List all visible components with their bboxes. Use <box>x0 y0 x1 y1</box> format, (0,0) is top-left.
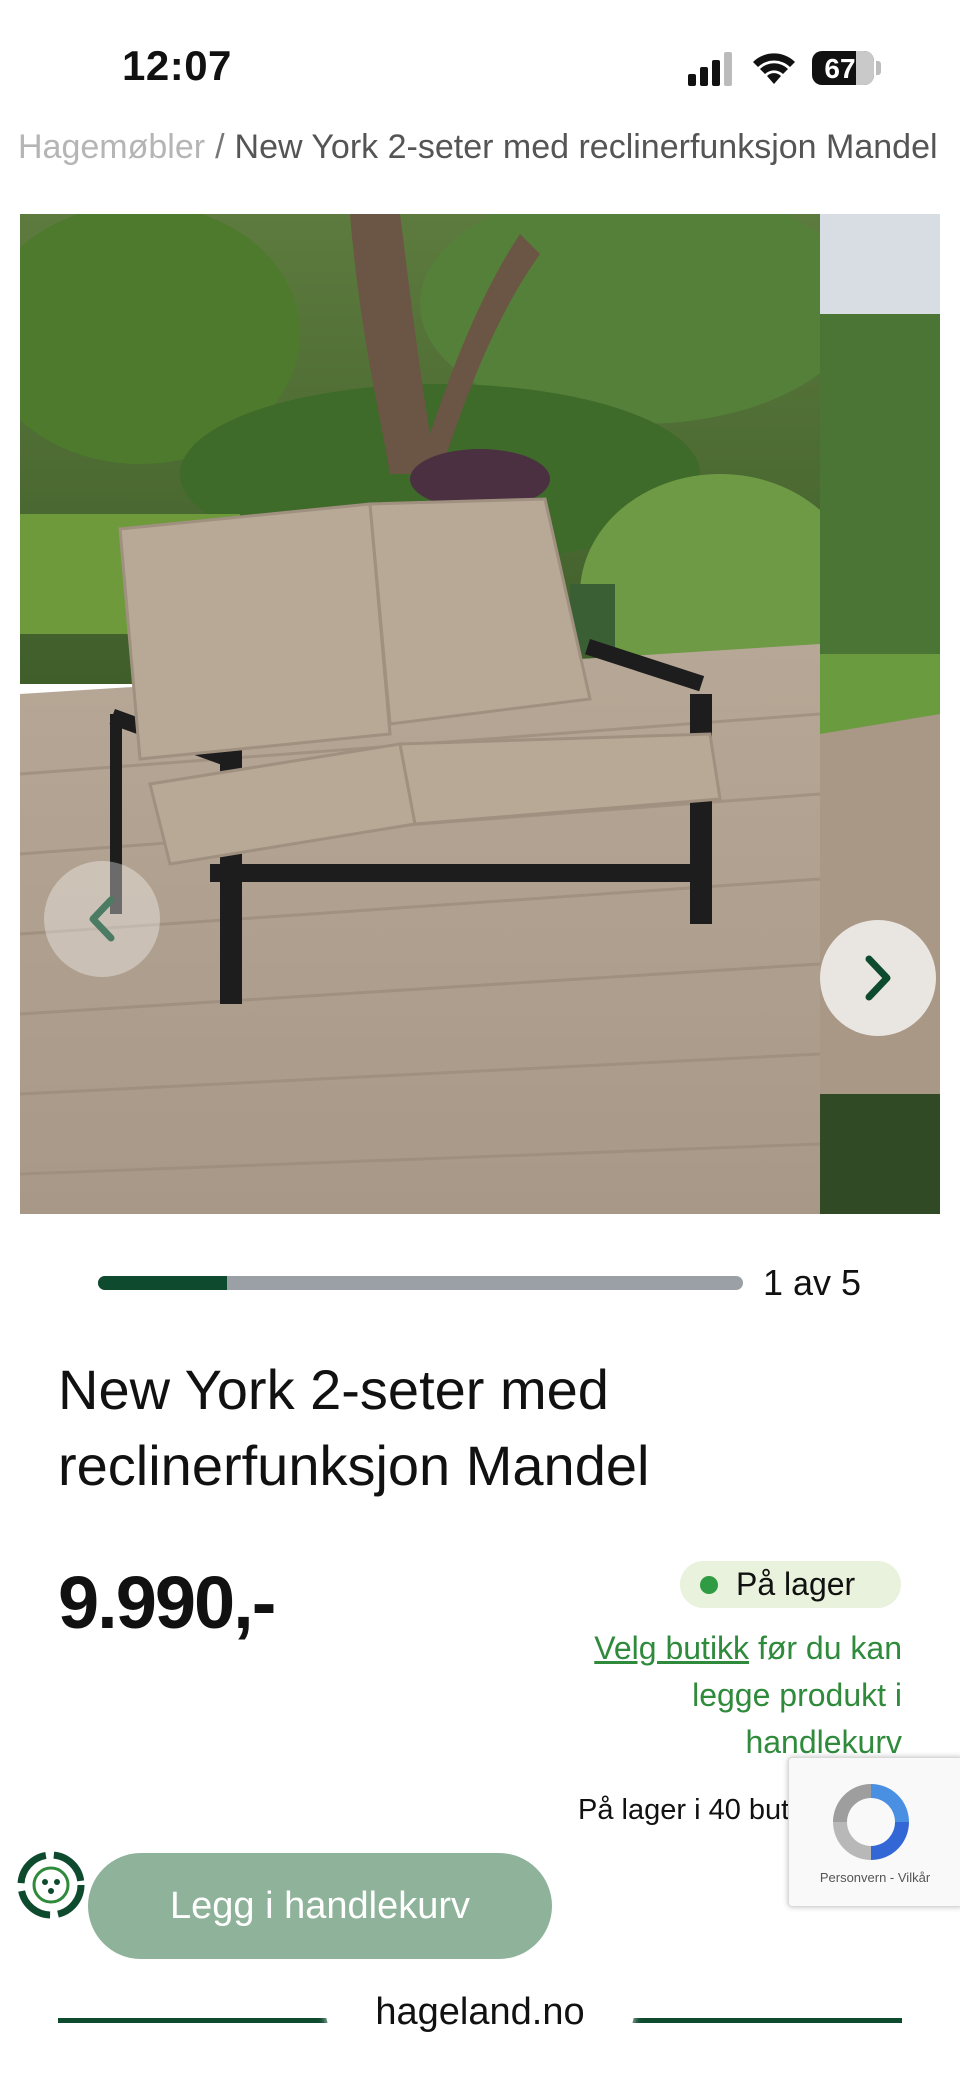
gallery-previous-button[interactable] <box>44 861 160 977</box>
breadcrumb: Hagemøbler / New York 2-seter med recliner… <box>18 128 948 168</box>
breadcrumb-parent-link[interactable]: Hagemøbler <box>18 128 205 166</box>
gallery-progress-fill <box>98 1276 227 1290</box>
stock-status-label: På lager <box>736 1566 856 1602</box>
choose-store-link[interactable]: Velg butikk <box>594 1630 749 1666</box>
chevron-left-icon <box>89 896 115 942</box>
product-image-next-preview <box>820 214 940 1214</box>
wifi-icon <box>753 53 795 84</box>
chevron-right-icon <box>865 955 891 1001</box>
product-price: 9.990,- <box>58 1561 276 1644</box>
stock-dot-icon <box>700 1575 718 1594</box>
browser-address-bar[interactable]: hageland.no <box>326 1972 634 2052</box>
product-image-gallery[interactable] <box>20 214 940 1214</box>
battery-icon: 67 <box>812 51 874 85</box>
add-to-cart-button[interactable]: Legg i handlekurv <box>88 1853 552 1959</box>
recaptcha-links[interactable]: Personvern - Vilkår <box>789 1870 960 1885</box>
chat-support-icon[interactable] <box>14 1848 88 1922</box>
battery-level: 67 <box>824 53 856 84</box>
breadcrumb-current: New York 2-seter med reclinerfunksjon Ma… <box>234 128 938 166</box>
recaptcha-badge[interactable]: Personvern - Vilkår <box>788 1757 960 1907</box>
cellular-signal-icon <box>688 52 732 86</box>
choose-store-message: Velg butikk før du kan legge produkt i h… <box>540 1625 902 1766</box>
gallery-progress-bar <box>98 1276 743 1290</box>
stock-status-badge: På lager <box>680 1561 901 1608</box>
breadcrumb-separator: / <box>215 128 225 166</box>
product-image-sofa <box>20 214 820 1214</box>
gallery-next-button[interactable] <box>820 920 936 1036</box>
battery-tip <box>876 61 881 75</box>
product-title: New York 2-seter med reclinerfunksjon Ma… <box>58 1358 650 1497</box>
next-section-heading-cut-off <box>58 2060 918 2081</box>
recaptcha-icon <box>833 1784 909 1860</box>
gallery-counter: 1 av 5 <box>763 1262 862 1303</box>
status-time: 12:07 <box>122 42 232 89</box>
